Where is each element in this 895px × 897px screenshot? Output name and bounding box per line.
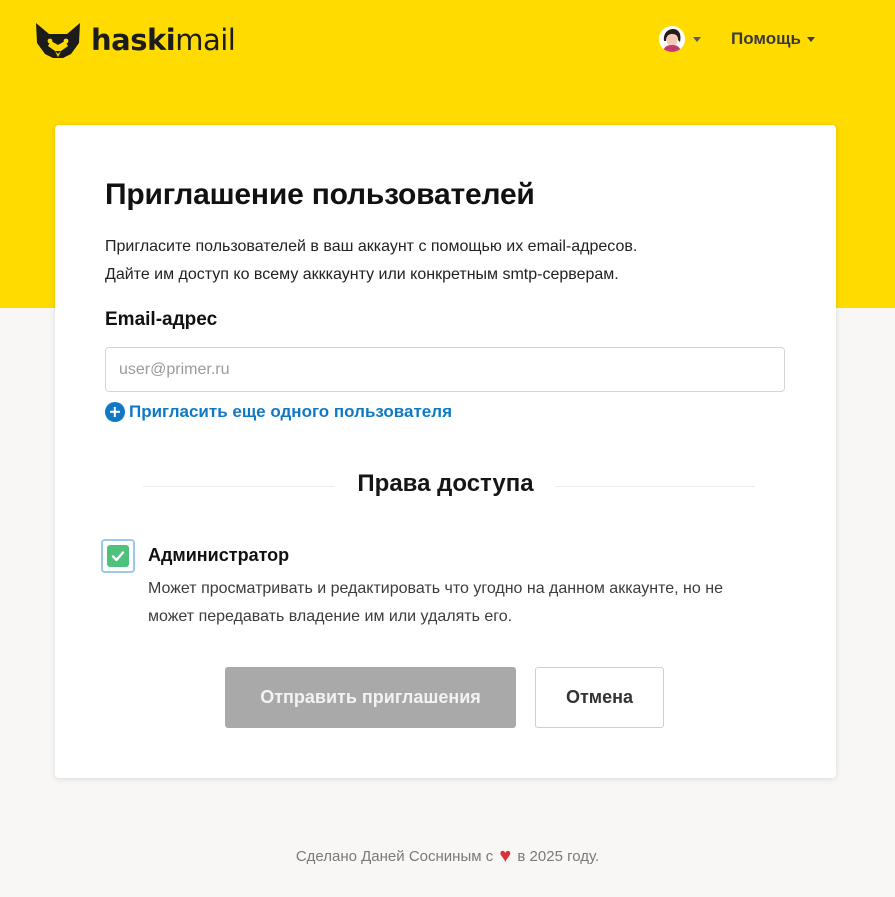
role-name: Администратор (148, 545, 290, 565)
permissions-section-title: Права доступа (55, 470, 836, 498)
permissions-section-title-text: Права доступа (343, 470, 548, 497)
role-description-line: может передавать владение им или удалять… (148, 608, 513, 625)
footer-text-before: Сделано Даней Сосниным с (295, 848, 494, 865)
chevron-down-icon (693, 36, 701, 42)
administrator-checkbox[interactable] (101, 539, 135, 573)
role-description: Может просматривать и редактировать что … (148, 575, 798, 631)
brand-wordmark: haskimail (91, 22, 236, 57)
heart-icon: ♥ (499, 845, 512, 867)
description-line: Пригласите пользователей в ваш аккаунт с… (105, 238, 638, 255)
invite-another-user-label: Пригласить еще одного пользователя (129, 402, 452, 421)
plus-circle-icon (105, 402, 125, 422)
footer-text-after: в 2025 году. (517, 848, 600, 865)
user-menu[interactable] (659, 26, 701, 52)
brand-wordmark-light: mail (175, 22, 236, 57)
brand-wordmark-bold: haski (91, 22, 176, 57)
description-line: Дайте им доступ ко всему акккаунту или к… (105, 266, 619, 283)
send-invitations-button[interactable]: Отправить приглашения (225, 667, 516, 728)
invite-another-user-link[interactable]: Пригласить еще одного пользователя (105, 402, 452, 422)
top-header: haskimail Помощь (0, 0, 895, 80)
checkmark-icon (111, 551, 125, 562)
husky-head-icon (36, 23, 80, 58)
email-field-label: Email-адрес (105, 309, 218, 330)
user-avatar (659, 26, 685, 52)
page-footer: Сделано Даней Сосниным с ♥ в 2025 году. (0, 845, 895, 868)
checkbox-checked-fill (107, 545, 129, 567)
help-menu-label: Помощь (731, 29, 801, 48)
invite-users-card: Приглашение пользователей Пригласите пол… (55, 125, 836, 778)
role-description-line: Может просматривать и редактировать что … (148, 580, 723, 597)
brand-logo[interactable]: haskimail (33, 20, 236, 60)
chevron-down-icon (806, 36, 815, 42)
cancel-button[interactable]: Отмена (535, 667, 664, 728)
help-menu[interactable]: Помощь (731, 29, 815, 49)
page-title: Приглашение пользователей (105, 178, 535, 211)
email-field[interactable] (105, 347, 785, 392)
page-description: Пригласите пользователей в ваш аккаунт с… (105, 233, 795, 289)
